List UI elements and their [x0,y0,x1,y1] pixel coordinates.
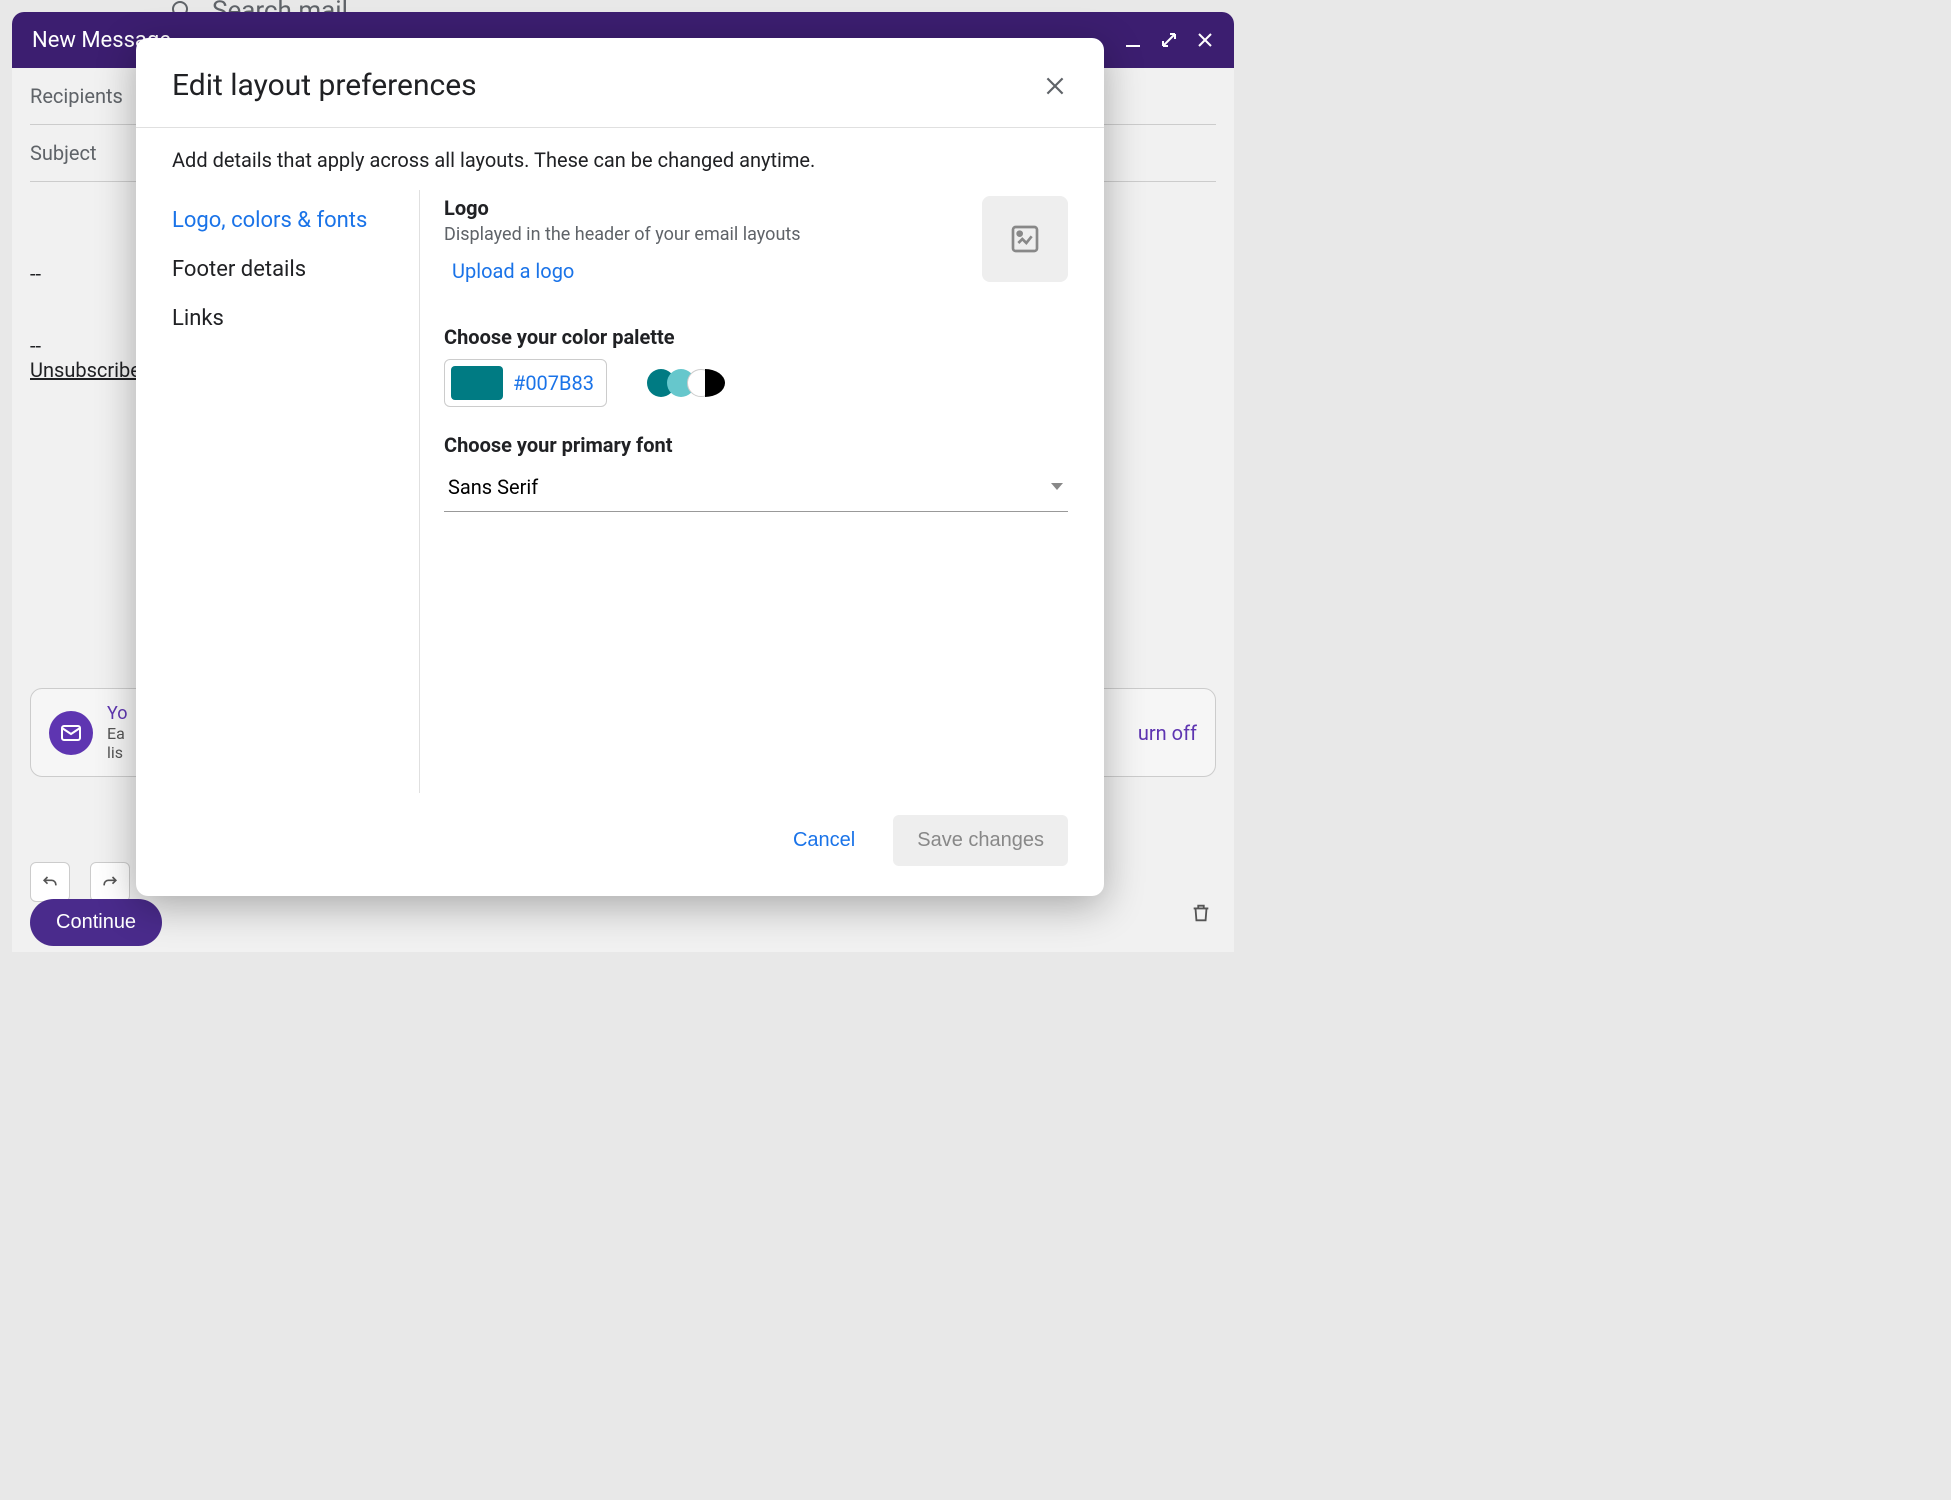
chevron-down-icon [1050,482,1064,492]
undo-button[interactable] [30,862,70,902]
palette-preview [647,369,729,397]
font-selected-value: Sans Serif [448,475,538,499]
cancel-button[interactable]: Cancel [775,815,873,866]
continue-button[interactable]: Continue [30,899,162,946]
color-hex-value: #007B83 [513,371,594,395]
redo-button[interactable] [90,862,130,902]
mail-merge-icon [49,711,93,755]
banner-line2: Ea [107,724,128,743]
nav-logo-colors-fonts[interactable]: Logo, colors & fonts [172,196,419,245]
logo-thumbnail[interactable] [982,196,1068,282]
modal-title: Edit layout preferences [172,68,477,103]
compose-toolbar [30,862,130,902]
modal-side-nav: Logo, colors & fonts Footer details Link… [172,190,420,793]
upload-logo-link[interactable]: Upload a logo [452,259,574,283]
popout-icon[interactable] [1160,31,1178,49]
discard-icon[interactable] [1190,902,1212,924]
minimize-icon[interactable] [1124,31,1142,49]
font-dropdown[interactable]: Sans Serif [444,463,1068,512]
modal-subtitle: Add details that apply across all layout… [136,128,1104,190]
banner-line1: Yo [107,703,128,724]
turn-off-link[interactable]: urn off [1138,721,1197,745]
nav-footer-details[interactable]: Footer details [172,245,419,294]
close-icon[interactable] [1196,31,1214,49]
modal-panel: Logo Displayed in the header of your ema… [420,190,1068,793]
modal-close-icon[interactable] [1042,73,1068,99]
banner-line3: lis [107,743,128,762]
save-changes-button[interactable]: Save changes [893,815,1068,866]
logo-description: Displayed in the header of your email la… [444,224,801,245]
image-placeholder-icon [1009,223,1041,255]
logo-heading: Logo [444,196,801,220]
color-picker[interactable]: #007B83 [444,359,607,407]
layout-preferences-modal: Edit layout preferences Add details that… [136,38,1104,896]
palette-heading: Choose your color palette [444,325,1068,349]
nav-links[interactable]: Links [172,294,419,343]
font-heading: Choose your primary font [444,433,1068,457]
color-swatch [451,366,503,400]
palette-dot-dark [705,369,725,397]
